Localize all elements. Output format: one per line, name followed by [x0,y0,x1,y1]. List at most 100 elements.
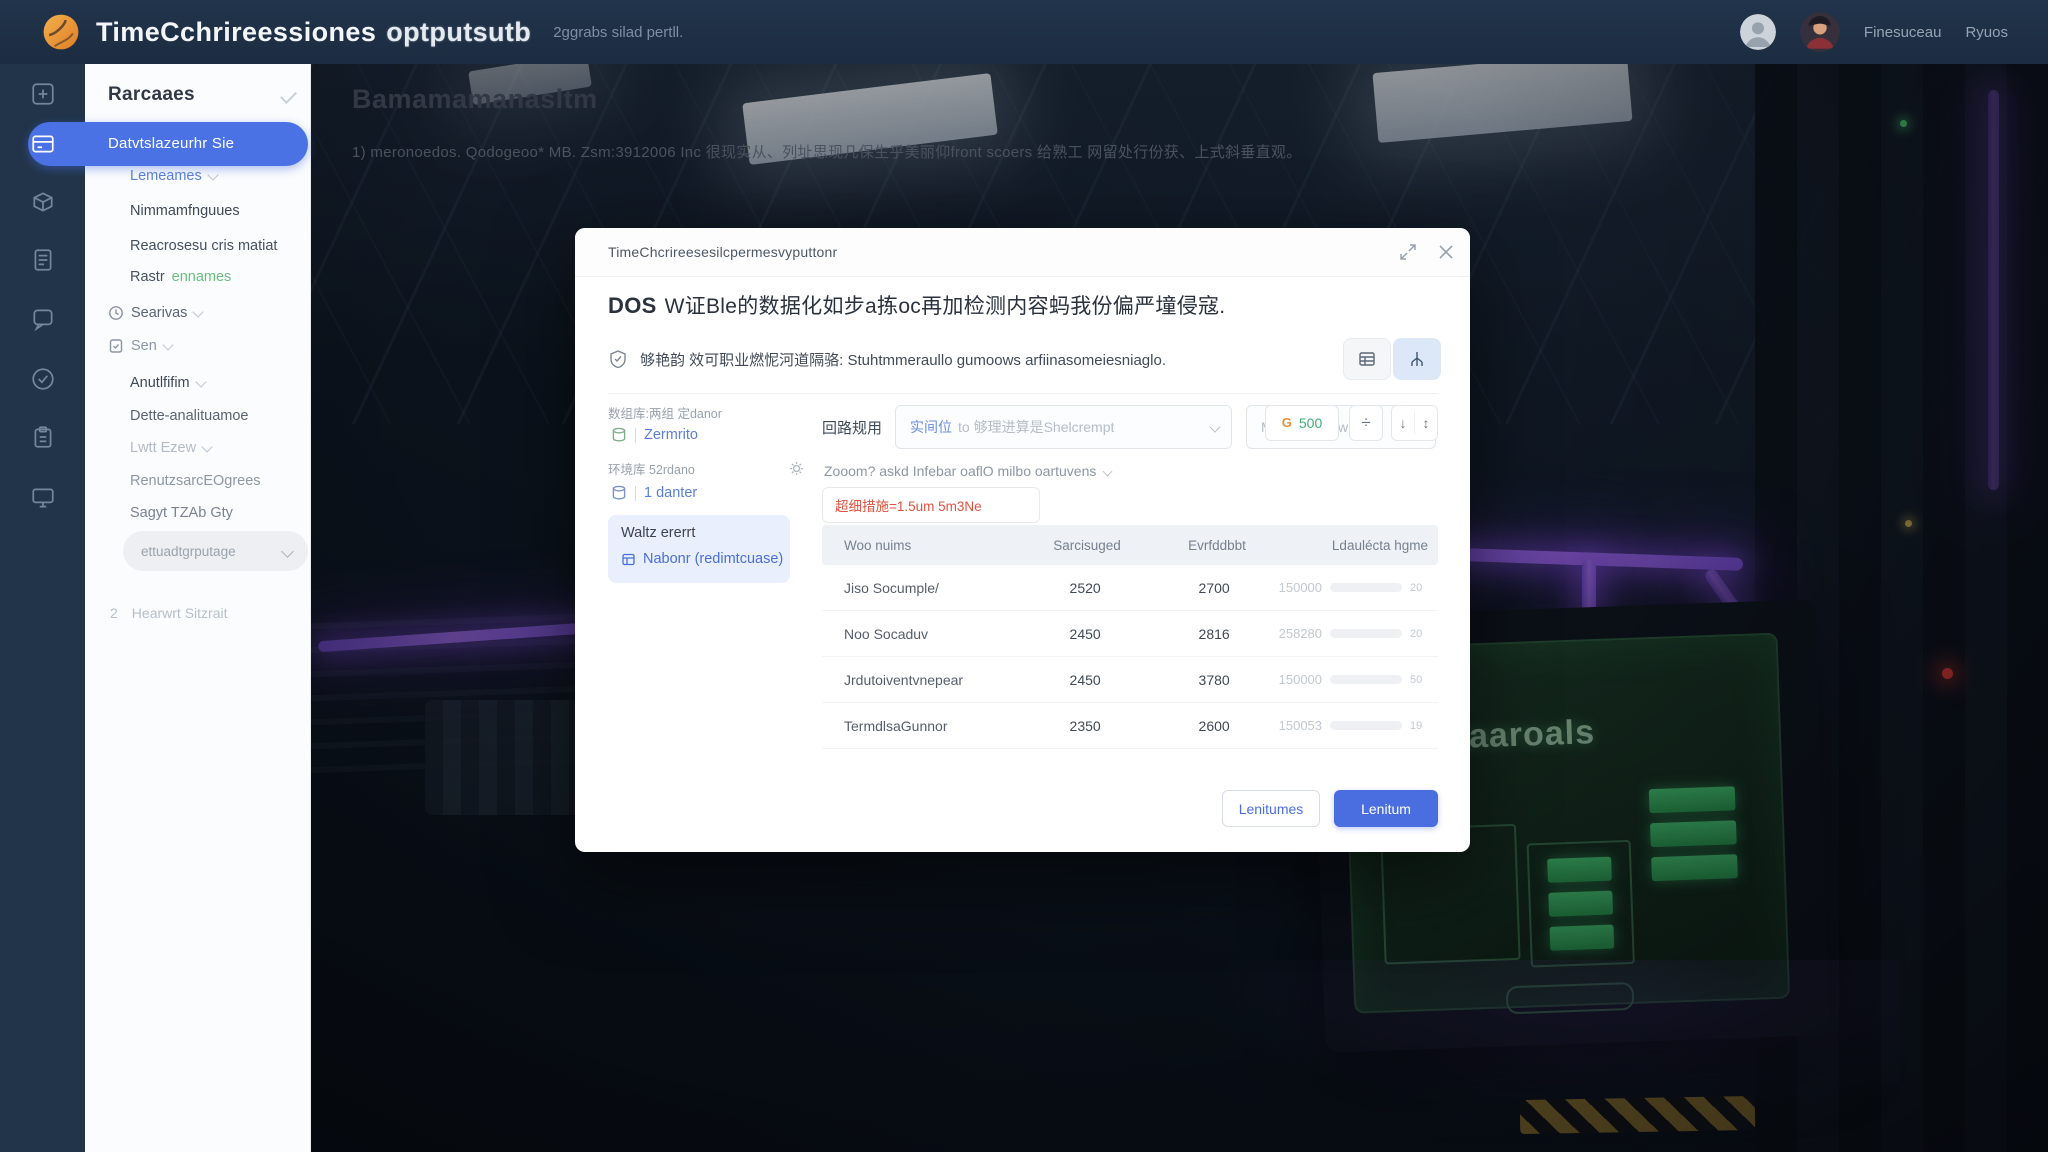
select-value-highlight: 实间位 [910,419,952,435]
cell-quota: 258280 [1279,626,1322,641]
tree-view-toggle[interactable] [1393,338,1441,380]
count-value: 500 [1299,415,1322,431]
chevron-down-icon [207,169,218,180]
column-header[interactable]: Ldaulécta hgme [1282,538,1438,553]
cell-received: 2700 [1150,580,1279,596]
confirm-button[interactable]: Lenitum [1334,790,1438,827]
chevron-down-icon [1209,421,1220,432]
selected-source-title: Waltz ererrt [621,525,695,541]
sidebar-item-label: Lemeames [130,168,202,184]
sidebar-item-anutlfifim[interactable]: Anutlfifim [130,375,205,391]
sidebar-title: Rarcaaes [108,84,195,106]
group-label-text: 数组库:两组 定danor [608,403,722,422]
table-row[interactable]: Noo Socaduv 2450 2816 25828020 [822,611,1438,657]
info-shield-icon [608,349,628,369]
app-logo-icon[interactable] [42,13,80,51]
table-row[interactable]: Jrdutoiventvnepear 2450 3780 15000050 [822,657,1438,703]
filter-row-label: 回路规用 [822,417,882,438]
cell-name: Noo Socaduv [822,626,1021,642]
sidebar-item-nimmamfnguues[interactable]: Nimmamfnguues [130,203,240,219]
source-item[interactable]: Zermrito [611,427,698,443]
sidebar-item-sen[interactable]: Sen [108,338,172,354]
sort-toggle-icon[interactable] [1415,406,1437,440]
environment-select[interactable]: ettuadtgrputage [123,531,308,571]
source-item-label: Zermrito [644,427,698,443]
sidebar-item-suffix: ennames [172,269,232,285]
source-item[interactable]: 1 danter [611,485,697,501]
cell-quota: 150000 [1279,672,1322,687]
source-group-label: 环境库 52rdano [608,459,804,478]
topbar: TimeCchrireessionesoptputsutb 2ggrabs si… [0,0,2048,64]
table-row[interactable]: TermdlsaGunnor 2350 2600 15005319 [822,703,1438,749]
column-header[interactable]: Woo nuims [822,538,1022,553]
sidebar-footer-item[interactable]: 2 Hearwrt Sitzrait [110,605,227,621]
cancel-button[interactable]: Lenitumes [1222,790,1320,827]
threshold-input[interactable]: 超细措施=1.5um 5m3Ne [822,487,1040,523]
cell-name: Jiso Socumple/ [822,580,1021,596]
device-card-icon[interactable] [30,131,56,157]
sidebar-header: Rarcaaes [108,84,296,106]
sidebar-item-label: Lwtt Ezew [130,440,196,456]
column-header[interactable]: Sarcisuged [1022,538,1152,553]
app-window: f4rahaaroals Bamamamanasltm 1) meronoedo… [0,0,2048,1152]
column-header[interactable]: Evrfddbbt [1152,538,1282,553]
document-icon[interactable] [30,247,56,273]
avatar[interactable] [1740,14,1776,50]
sort-descending-icon[interactable] [1392,406,1414,440]
brand-main: TimeCchrireessiones [96,17,376,47]
sidebar-item-rastr[interactable]: Rastr ennames [130,269,231,285]
divider [608,393,1438,394]
count-button[interactable]: 500 [1265,405,1339,441]
check-badge-icon[interactable] [30,366,56,392]
heading-text: W证Ble的数据化如步a拣oc再加检测内容蚂我份偏严墥侵寇. [665,295,1226,318]
table-icon [621,552,636,567]
close-icon[interactable] [1436,242,1456,262]
environment-select-value: ettuadtgrputage [141,544,236,559]
cell-percent: 50 [1410,674,1428,686]
group-label-text: 环境库 52rdano [608,459,695,478]
sidebar-item-label: Rastr [130,269,165,285]
monitor-icon[interactable] [30,485,56,511]
sidebar-item-renutz[interactable]: RenutzsarcEOgrees [130,473,261,489]
topbar-link[interactable]: Finesuceau [1864,24,1942,41]
cell-percent: 20 [1410,582,1428,594]
cell-percent: 20 [1410,628,1428,640]
select-value-rest: to 够理进算是Shelcrempt [958,419,1114,435]
chevron-down-icon [201,441,212,452]
zoom-hint[interactable]: Zooom? askd Infebar oaflO milbo oartuven… [824,463,1111,479]
brand-tagline: 2ggrabs silad pertll. [553,24,683,41]
add-square-icon[interactable] [30,81,56,107]
progress-bar [1330,721,1402,730]
selected-source-card[interactable]: Waltz ererrt Nabonr (redimtcuase) [608,515,790,583]
sidebar-item-dette[interactable]: Dette-analituamoe [130,408,249,424]
resize-icon[interactable] [1398,242,1418,262]
dialog: TimeChcrireesesilcpermesvyputtonr DOSW证B… [575,228,1470,852]
chevron-down-icon [281,545,294,558]
gear-icon[interactable] [789,461,804,476]
chat-icon[interactable] [30,306,56,332]
sidebar-item-searivas[interactable]: Searivas [108,305,202,321]
sidebar-item-lwtt[interactable]: Lwtt Ezew [130,440,211,456]
sidebar-item-label: Datvtslazeurhr Sie [108,122,234,166]
chevron-down-icon [1103,466,1113,476]
topbar-link[interactable]: Ryuos [1965,24,2008,41]
cell-sent: 2450 [1021,672,1150,688]
footer-badge: 2 [110,605,118,621]
sidebar-item-active[interactable]: Datvtslazeurhr Sie [28,122,308,166]
table-header-row: Woo nuims Sarcisuged Evrfddbbt Ldaulécta… [822,525,1438,565]
sidebar-item-sagyt[interactable]: Sagyt TZAb Gty [130,505,233,521]
table-row[interactable]: Jiso Socumple/ 2520 2700 15000020 [822,565,1438,611]
table-view-toggle[interactable] [1343,338,1391,380]
brand-title: TimeCchrireessionesoptputsutb [96,17,531,48]
sidebar-item-lemeames[interactable]: Lemeames [130,168,217,184]
sidebar-item-reacrosesu[interactable]: Reacrosesu cris matiat [130,238,277,254]
range-select[interactable]: 实间位 to 够理进算是Shelcrempt [895,405,1232,449]
archive-box-icon[interactable] [30,189,56,215]
check-icon [280,87,297,104]
dialog-subtitle: 够艳韵 效可职业燃怩河道隔骆: Stuhtmmeraullo gumoows a… [640,349,1166,370]
split-button[interactable] [1349,405,1383,441]
sidebar-item-label: Anutlfifim [130,375,190,391]
clipboard-icon[interactable] [30,424,56,450]
avatar[interactable] [1800,12,1840,52]
dialog-footer: Lenitumes Lenitum [1222,790,1438,827]
